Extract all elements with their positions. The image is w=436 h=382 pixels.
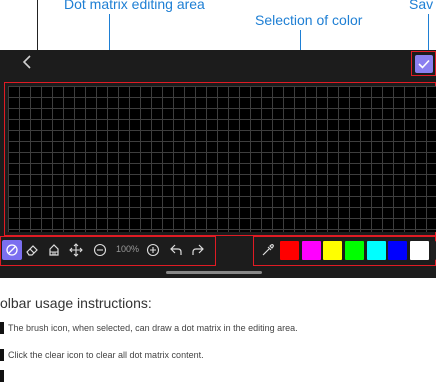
redo-icon [192, 244, 204, 255]
color-swatch-green[interactable] [345, 241, 364, 260]
editor-top-bar [0, 50, 436, 78]
zoom-in-icon [146, 243, 160, 257]
callout-line-save [428, 14, 429, 52]
callout-editing-area: Dot matrix editing area [64, 0, 205, 12]
undo-icon [170, 244, 182, 255]
check-icon [418, 59, 430, 69]
color-swatch-white[interactable] [410, 241, 429, 260]
color-swatch-blue[interactable] [388, 241, 407, 260]
color-swatch-red[interactable] [280, 241, 299, 260]
eraser-tool-button[interactable] [22, 240, 42, 260]
eraser-icon [26, 245, 38, 256]
brush-icon [6, 244, 18, 256]
eyedropper-icon [262, 244, 274, 256]
bullet-marker [0, 370, 4, 382]
instruction-item: Click the clear icon to clear all dot ma… [0, 349, 204, 361]
save-button[interactable] [415, 55, 433, 73]
zoom-out-button[interactable] [90, 240, 110, 260]
callout-color: Selection of color [255, 12, 363, 28]
zoom-level: 100% [116, 244, 140, 254]
dot-matrix-canvas[interactable] [8, 86, 436, 232]
color-swatch-cyan[interactable] [367, 241, 386, 260]
instruction-item [0, 370, 8, 382]
home-indicator [166, 271, 262, 274]
zoom-out-icon [93, 243, 107, 257]
clear-tool-button[interactable] [44, 240, 64, 260]
clear-icon [49, 244, 59, 256]
instruction-text: Click the clear icon to clear all dot ma… [8, 350, 204, 360]
color-swatch-yellow[interactable] [323, 241, 342, 260]
color-swatch-magenta[interactable] [302, 241, 321, 260]
move-tool-button[interactable] [66, 240, 86, 260]
instruction-text: The brush icon, when selected, can draw … [8, 323, 298, 333]
callout-save: Sav [409, 0, 434, 12]
color-swatch-dark[interactable] [431, 241, 436, 260]
bullet-marker [0, 349, 4, 361]
instruction-item: The brush icon, when selected, can draw … [0, 322, 298, 334]
dot-matrix-editor: 100% [0, 50, 436, 278]
undo-button[interactable] [166, 240, 186, 260]
redo-button[interactable] [188, 240, 208, 260]
move-icon [69, 243, 83, 257]
back-button[interactable] [22, 54, 32, 72]
brush-tool-button[interactable] [2, 240, 22, 260]
zoom-in-button[interactable] [143, 240, 163, 260]
color-picker-button[interactable] [258, 241, 277, 260]
instructions-title: olbar usage instructions: [0, 295, 152, 311]
bullet-marker [0, 322, 4, 334]
chevron-left-icon [22, 55, 31, 69]
